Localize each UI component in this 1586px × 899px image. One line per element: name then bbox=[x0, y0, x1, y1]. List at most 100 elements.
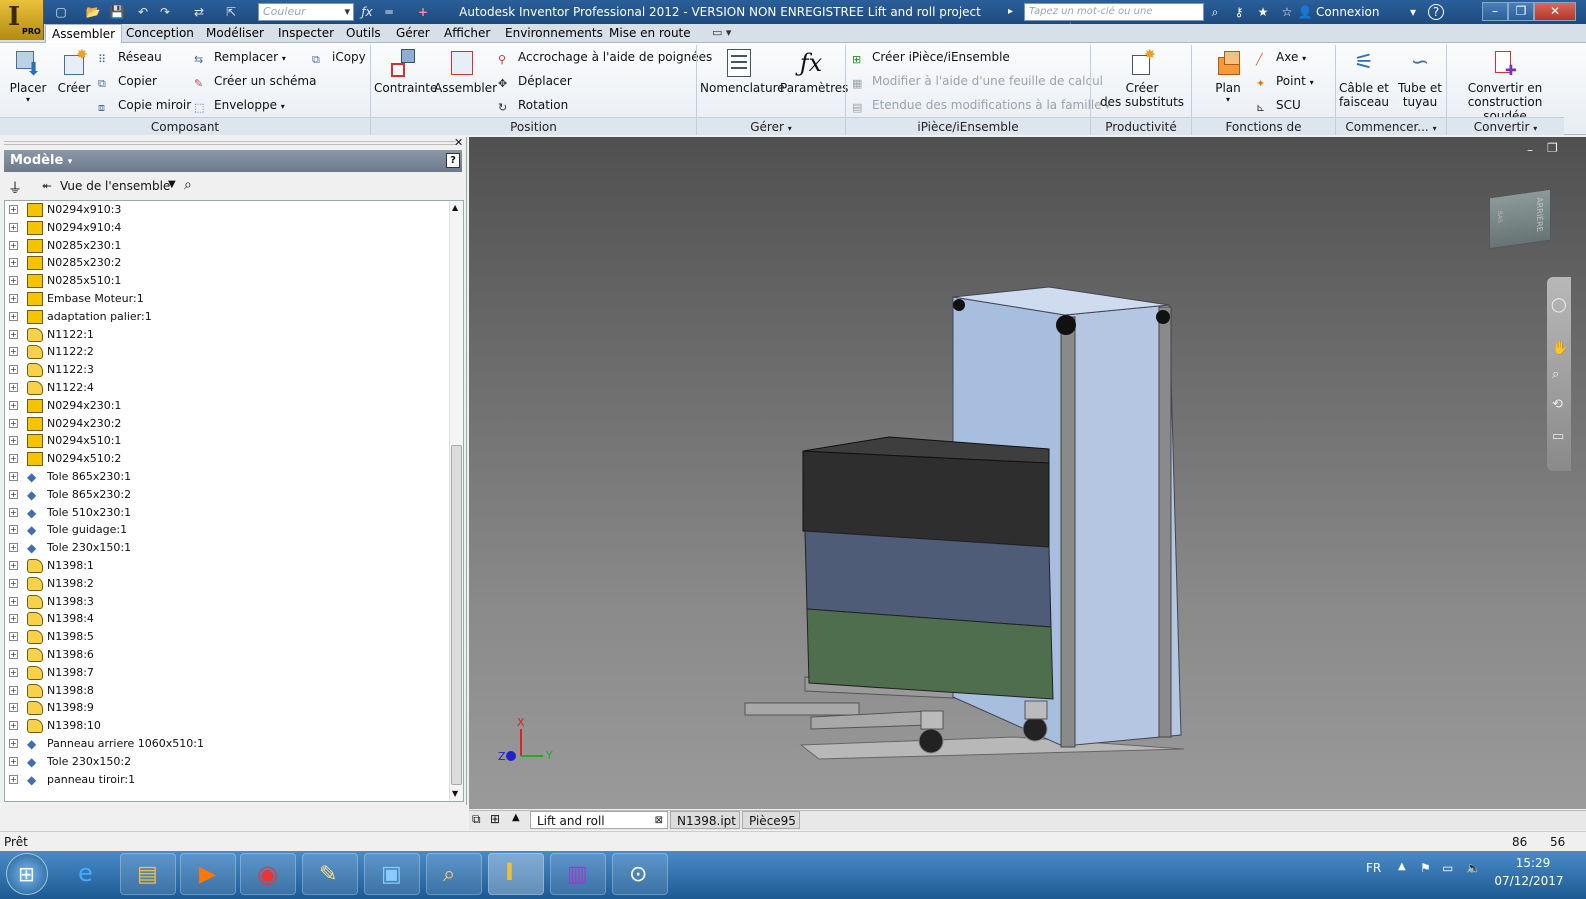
tree-item[interactable]: + ◆ Tole 865x230:2 bbox=[5, 486, 463, 504]
fx-icon[interactable]: ƒx bbox=[358, 4, 376, 20]
tab-outils[interactable]: Outils bbox=[340, 24, 387, 43]
tree-item[interactable]: + N1398:6 bbox=[5, 646, 463, 664]
clock-time[interactable]: 15:29 bbox=[1508, 856, 1558, 870]
expand-icon[interactable]: + bbox=[9, 738, 18, 748]
copie-miroir-button[interactable]: ⧈ Copie miroir bbox=[98, 95, 191, 115]
expand-icon[interactable]: + bbox=[9, 489, 18, 499]
expand-icon[interactable]: + bbox=[9, 774, 18, 784]
doc-tab-piece95[interactable]: Pièce95 bbox=[742, 811, 800, 829]
tree-item[interactable]: + N0285x230:2 bbox=[5, 254, 463, 272]
tree-item[interactable]: + ◆ Tole 230x150:1 bbox=[5, 539, 463, 557]
tree-item[interactable]: + N1398:3 bbox=[5, 593, 463, 611]
expand-icon[interactable]: + bbox=[9, 205, 18, 214]
tree-item[interactable]: + ◆ panneau tiroir:1 bbox=[5, 771, 463, 789]
expand-icon[interactable]: + bbox=[9, 400, 18, 410]
tree-item[interactable]: + N1122:1 bbox=[5, 326, 463, 344]
expand-icon[interactable]: + bbox=[9, 667, 18, 677]
expand-icon[interactable]: + bbox=[9, 649, 18, 659]
expand-icon[interactable]: + bbox=[9, 276, 18, 286]
tab-mise-en-route[interactable]: Mise en route bbox=[603, 24, 697, 43]
enveloppe-button[interactable]: ⬚ Enveloppe ▾ bbox=[194, 95, 285, 115]
expand-arrow-icon[interactable]: ▸ bbox=[1008, 3, 1022, 21]
doc-tab-lift-and-roll[interactable]: Lift and roll proj...iam⊠ bbox=[530, 811, 668, 846]
volume-icon[interactable]: 🔈 bbox=[1466, 861, 1481, 875]
scroll-up-icon[interactable]: ▲ bbox=[452, 203, 458, 212]
expand-icon[interactable]: + bbox=[9, 596, 18, 606]
tree-item[interactable]: + N0294x910:4 bbox=[5, 219, 463, 237]
help-icon[interactable]: ? bbox=[1428, 4, 1444, 20]
parametres-button[interactable]: ƒx Paramètres bbox=[780, 45, 848, 95]
panel-convertir[interactable]: Convertir ▾ bbox=[1447, 117, 1564, 135]
key-icon[interactable]: ⚷ bbox=[1230, 4, 1248, 20]
creer-button[interactable]: ✸ Créer bbox=[54, 45, 94, 95]
expand-icon[interactable]: + bbox=[9, 525, 18, 535]
tree-item[interactable]: + ◆ Tole 865x230:1 bbox=[5, 468, 463, 486]
orbit-icon[interactable]: ⟲ bbox=[1552, 397, 1563, 412]
tab-assembler[interactable]: Assembler bbox=[45, 24, 123, 44]
binoculars-icon[interactable]: ⌕ bbox=[184, 177, 192, 193]
scroll-down-icon[interactable]: ▼ bbox=[452, 789, 458, 798]
cascade-windows-icon[interactable]: ⧉ bbox=[472, 812, 481, 827]
tree-item[interactable]: + ◆ Panneau arriere 1060x510:1 bbox=[5, 735, 463, 753]
navigation-bar[interactable]: ◯ ✋ ⌕ ⟲ ▭ bbox=[1547, 277, 1571, 471]
expand-icon[interactable]: + bbox=[9, 756, 18, 766]
tab-afficher[interactable]: Afficher bbox=[438, 24, 496, 43]
scroll-thumb[interactable] bbox=[451, 445, 462, 785]
expand-icon[interactable]: + bbox=[9, 703, 18, 713]
taskbar-inventor[interactable]: I bbox=[488, 853, 544, 895]
expand-icon[interactable]: + bbox=[9, 721, 18, 731]
tab-menu-icon[interactable]: ▲ bbox=[512, 812, 520, 823]
tile-windows-icon[interactable]: ⊞ bbox=[490, 812, 500, 826]
tree-item[interactable]: + N0294x510:2 bbox=[5, 450, 463, 468]
application-menu-button[interactable]: I PRO bbox=[0, 0, 44, 40]
tree-item[interactable]: + N1398:7 bbox=[5, 664, 463, 682]
deplacer-button[interactable]: ✥ Déplacer bbox=[498, 71, 572, 91]
restore-button[interactable]: ❐ bbox=[1508, 2, 1534, 21]
icopy-button[interactable]: ⧉ iCopy bbox=[312, 47, 366, 67]
tree-item[interactable]: + adaptation palier:1 bbox=[5, 308, 463, 326]
tree-item[interactable]: + N1398:4 bbox=[5, 610, 463, 628]
language-indicator[interactable]: FR bbox=[1366, 861, 1381, 875]
tree-item[interactable]: + N1398:5 bbox=[5, 628, 463, 646]
creer-ipiece-button[interactable]: ⊞ Créer iPièce/iEnsemble bbox=[852, 47, 1010, 67]
tube-tuyau-button[interactable]: ∽ Tube et tuyau bbox=[1394, 45, 1446, 109]
contrainte-button[interactable]: Contrainte bbox=[374, 45, 437, 95]
taskbar-chrome[interactable]: ◉ bbox=[240, 853, 296, 895]
taskbar-search[interactable]: ⌕ bbox=[426, 853, 482, 895]
accrochage-button[interactable]: ⚲ Accrochage à l'aide de poignées bbox=[498, 47, 712, 67]
chevron-down-icon[interactable]: ▼ bbox=[168, 179, 176, 190]
placer-button[interactable]: ⬇ Placer ▾ bbox=[6, 45, 50, 104]
tab-conception[interactable]: Conception bbox=[120, 24, 200, 43]
open-icon[interactable]: 📂 bbox=[84, 4, 102, 20]
browser-title[interactable]: Modèle ▾ bbox=[4, 150, 462, 172]
scu-button[interactable]: ⊾ SCU bbox=[1256, 95, 1301, 115]
expand-icon[interactable]: + bbox=[9, 311, 18, 321]
pan-icon[interactable]: ✋ bbox=[1552, 341, 1568, 356]
nomenclature-button[interactable]: Nomenclature bbox=[700, 45, 785, 95]
tree-item[interactable]: + N1122:3 bbox=[5, 361, 463, 379]
panel-gerer[interactable]: Gérer ▾ bbox=[697, 117, 845, 135]
taskbar-winrar[interactable]: ▥ bbox=[550, 853, 606, 895]
tree-item[interactable]: + N0285x510:1 bbox=[5, 272, 463, 290]
tree-item[interactable]: + ◆ Tole 230x150:2 bbox=[5, 753, 463, 771]
expand-icon[interactable]: + bbox=[9, 685, 18, 695]
taskbar-explorer[interactable]: ▤ bbox=[120, 853, 176, 895]
rotation-button[interactable]: ↻ Rotation bbox=[498, 95, 568, 115]
login-button[interactable]: Connexion bbox=[1316, 0, 1380, 24]
taskbar-paint[interactable]: ✎ bbox=[302, 853, 358, 895]
tree-item[interactable]: + N1122:4 bbox=[5, 379, 463, 397]
tree-item[interactable]: + N1398:8 bbox=[5, 682, 463, 700]
expand-icon[interactable]: + bbox=[9, 614, 18, 624]
restore-view-icon[interactable]: ❐ bbox=[1547, 141, 1558, 155]
tray-expand-icon[interactable]: ▲ bbox=[1398, 861, 1406, 872]
panel-commencer[interactable]: Commencer... ▾ bbox=[1336, 117, 1446, 135]
expand-icon[interactable]: + bbox=[9, 222, 18, 232]
panel-grip[interactable] bbox=[4, 141, 456, 145]
tree-item[interactable]: + N0294x230:2 bbox=[5, 415, 463, 433]
point-button[interactable]: ✦ Point ▾ bbox=[1256, 71, 1314, 91]
view-select[interactable]: Vue de l'ensemble bbox=[60, 179, 170, 193]
filter-icon[interactable]: ⏚ bbox=[8, 178, 22, 198]
expand-icon[interactable]: + bbox=[9, 507, 18, 517]
color-select[interactable]: Couleur ▾ bbox=[258, 3, 354, 21]
cable-faisceau-button[interactable]: ⚟ Câble et faisceau bbox=[1338, 45, 1390, 109]
